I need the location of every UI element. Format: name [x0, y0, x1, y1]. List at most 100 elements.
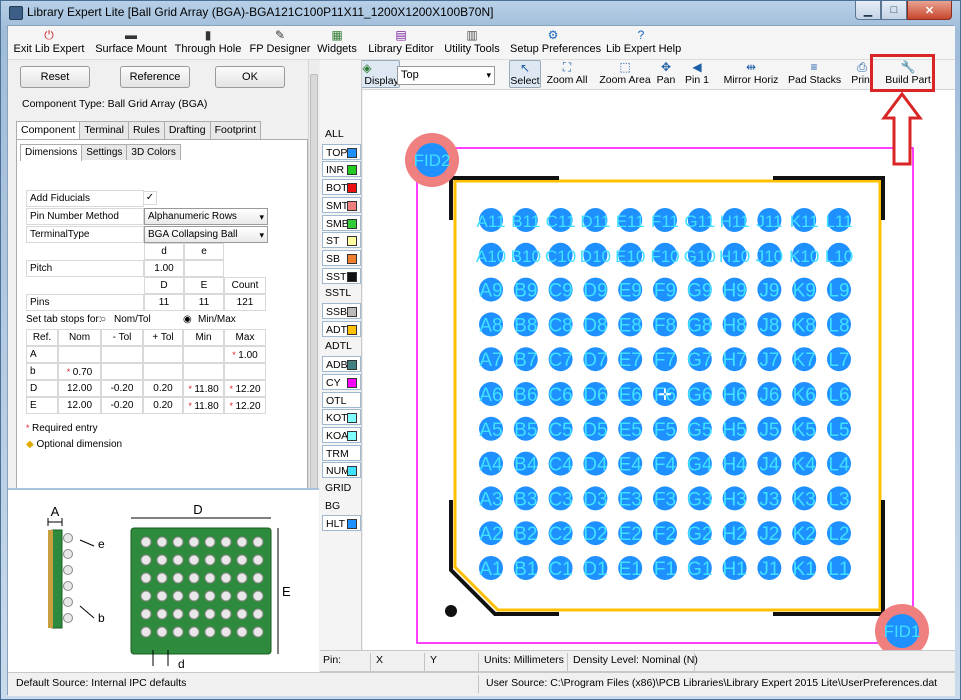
tab-rules[interactable]: Rules [127, 121, 165, 139]
layer-cy[interactable]: CY [322, 373, 361, 390]
ball-label: E8 [619, 315, 642, 336]
panel-scrollbar[interactable] [308, 60, 319, 516]
pin-1-button[interactable]: ◀ Pin 1 [682, 60, 712, 88]
dim-A-ptol-field[interactable] [143, 346, 183, 363]
legend-optional-text: Optional dimension [36, 439, 123, 450]
dim-A-max-field[interactable]: * 1.00 [224, 346, 266, 363]
dim-A-ntol-field[interactable] [101, 346, 143, 363]
menu-setup-preferences-button[interactable]: ⚙ Setup Preferences [510, 27, 601, 59]
maximize-button[interactable]: □ [881, 1, 907, 20]
layer-trm[interactable]: TRM [322, 444, 361, 461]
layer-sstl[interactable]: SSTL [322, 285, 361, 301]
menu-widgets-button[interactable]: ▦ Widgets [316, 27, 358, 59]
tab-terminal[interactable]: Terminal [79, 121, 129, 139]
tab-component[interactable]: Component [16, 121, 81, 140]
layer-inr[interactable]: INR [322, 161, 361, 178]
reset-button[interactable]: Reset [20, 66, 90, 88]
menu-library-editor-button[interactable]: ▤ Library Editor [368, 27, 434, 59]
layer-smt[interactable]: SMT [322, 196, 361, 213]
layer-smb[interactable]: SMB [322, 214, 361, 231]
pad-stacks-button[interactable]: ≡ Pad Stacks [788, 60, 841, 88]
ball-label: C3 [548, 489, 572, 510]
pitch-e-field[interactable] [184, 260, 224, 277]
layer-top[interactable]: TOP [322, 143, 361, 160]
menu-lib-expert-help-button[interactable]: ? Lib Expert Help [606, 27, 681, 59]
dim-b-ptol-field[interactable] [143, 363, 183, 380]
reference-button[interactable]: Reference [120, 66, 190, 88]
dim-b-min-field[interactable] [183, 363, 224, 380]
build-part-highlight-box [870, 54, 935, 92]
layer-st[interactable]: ST [322, 232, 361, 249]
subtab-dimensions[interactable]: Dimensions [20, 144, 83, 161]
ok-button[interactable]: OK [215, 66, 285, 88]
dim-D-nom-field[interactable]: 12.00 [58, 380, 101, 397]
dim-E-min-field[interactable]: * 11.80 [183, 397, 224, 414]
layer-all[interactable]: ALL [322, 126, 361, 142]
dim-E-ptol-field[interactable]: 0.20 [143, 397, 183, 414]
pins-E-field[interactable]: 11 [184, 294, 224, 311]
radio-nom-tol[interactable]: ○ [100, 312, 114, 329]
dim-b-nom-field[interactable]: * 0.70 [58, 363, 101, 380]
dim-D-ptol-field[interactable]: 0.20 [143, 380, 183, 397]
layer-sb[interactable]: SB [322, 249, 361, 266]
dim-label-D: D [193, 502, 202, 517]
pitch-d-field[interactable]: 1.00 [144, 260, 184, 277]
zoom-area-button[interactable]: ⬚ Zoom Area [598, 60, 652, 88]
layer-adb[interactable]: ADB [322, 356, 361, 373]
subtab-3d-colors[interactable]: 3D Colors [126, 144, 181, 160]
tab-stops-label: Set tab stops for: [26, 314, 102, 325]
layer-otl[interactable]: OTL [322, 391, 361, 408]
layer-adt[interactable]: ADT [322, 320, 361, 337]
menu-exit-lib-expert-button[interactable]: ⏻ Exit Lib Expert [12, 27, 86, 59]
minimize-button[interactable]: ▁ [855, 1, 881, 20]
radio-min-max[interactable]: ◉ [183, 312, 197, 329]
dim-E-ntol-field[interactable]: -0.20 [101, 397, 143, 414]
layer-sst[interactable]: SST [322, 267, 361, 284]
tab-footprint[interactable]: Footprint [209, 121, 262, 139]
layer-bot[interactable]: BOT [322, 179, 361, 196]
dim-A-min-field[interactable] [183, 346, 224, 363]
layer-hlt[interactable]: HLT [322, 515, 361, 532]
menu-surface-mount-button[interactable]: ▬ Surface Mount [94, 27, 168, 59]
dim-D-ntol-field[interactable]: -0.20 [101, 380, 143, 397]
menu-through-hole-button[interactable]: ▮ Through Hole [173, 27, 243, 59]
layer-koa[interactable]: KOA [322, 426, 361, 443]
zoom-all-button[interactable]: ⛶ Zoom All [544, 60, 590, 88]
subtab-settings[interactable]: Settings [81, 144, 128, 160]
ball-label: C8 [548, 315, 572, 336]
mirror-horiz-button[interactable]: ⇹ Mirror Horiz [722, 60, 780, 88]
pins-D-field[interactable]: 11 [144, 294, 184, 311]
layer-bg[interactable]: BG [322, 498, 361, 514]
pin-number-method-select[interactable]: Alphanumeric Rows [144, 208, 268, 225]
add-fiducials-checkbox[interactable]: ✓ [143, 191, 157, 205]
pin1-marker [445, 605, 457, 617]
layer-combo[interactable]: Top [397, 66, 495, 85]
close-button[interactable]: ✕ [907, 1, 952, 20]
layer-num[interactable]: NUM [322, 462, 361, 479]
dim-E-nom-field[interactable]: 12.00 [58, 397, 101, 414]
pan-button[interactable]: ✥ Pan [654, 60, 678, 88]
dim-b-max-field[interactable] [224, 363, 266, 380]
toolbar-label: Zoom Area [599, 74, 651, 86]
select-button[interactable]: ↖ Select [509, 60, 541, 88]
ball-label: A3 [479, 489, 502, 510]
dim-D-max-field[interactable]: * 12.20 [224, 380, 266, 397]
dim-D-min-field[interactable]: * 11.80 [183, 380, 224, 397]
col-header-D: D [144, 277, 184, 294]
dim-E-max-field[interactable]: * 12.20 [224, 397, 266, 414]
tab-drafting[interactable]: Drafting [163, 121, 211, 139]
ball-label: G11 [684, 212, 715, 231]
menu-fp-designer-button[interactable]: ✎ FP Designer [248, 27, 312, 59]
dim-header-ref: Ref. [26, 329, 58, 346]
layer-kot[interactable]: KOT [322, 409, 361, 426]
menu-utility-tools-button[interactable]: ▥ Utility Tools [442, 27, 502, 59]
terminal-type-select[interactable]: BGA Collapsing Ball [144, 226, 268, 243]
layer-grid[interactable]: GRID [322, 480, 361, 496]
ball-label: J2 [759, 524, 779, 545]
layer-ssb[interactable]: SSB [322, 303, 361, 319]
ball-label: B10 [511, 247, 541, 266]
dim-A-nom-field[interactable] [58, 346, 101, 363]
layer-adtl[interactable]: ADTL [322, 338, 361, 354]
dim-b-ntol-field[interactable] [101, 363, 143, 380]
footprint-canvas[interactable]: FID2 FID1 A11 B11 C11 D11 E11 F11 G11 H11 J11 K11 L1… [363, 90, 955, 672]
